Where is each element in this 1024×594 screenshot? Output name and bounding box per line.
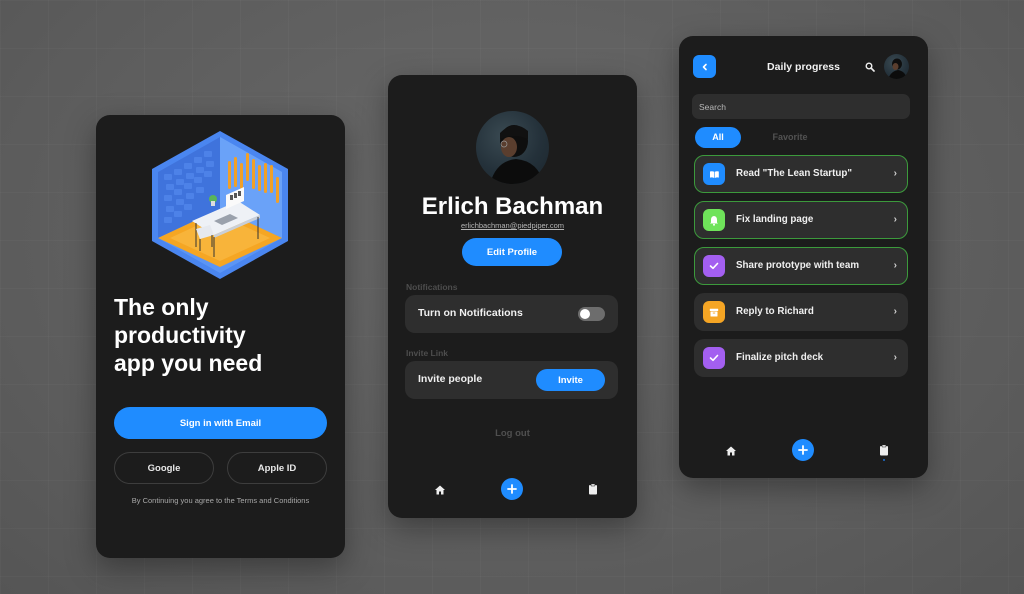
user-avatar[interactable]	[884, 54, 909, 79]
apple-id-sign-in-button[interactable]: Apple ID	[227, 452, 327, 484]
profile-avatar	[476, 111, 549, 184]
google-sign-in-button[interactable]: Google	[114, 452, 214, 484]
headline-line-1: The only	[114, 294, 209, 320]
login-screen: The only productivity app you need Sign …	[96, 115, 345, 558]
profile-screen: Erlich Bachman erlichbachman@piedpiper.c…	[388, 75, 637, 518]
home-icon[interactable]	[725, 445, 737, 457]
filter-tab-all[interactable]: All	[695, 127, 741, 148]
task-icon-badge	[703, 255, 725, 277]
sign-in-email-button[interactable]: Sign in with Email	[114, 407, 327, 439]
book-icon	[709, 170, 719, 178]
check-icon	[709, 354, 719, 362]
headline-line-2: productivity	[114, 322, 246, 348]
daily-progress-screen: Daily progress All Favorite Read "The Le…	[679, 36, 928, 478]
filter-tab-favorite[interactable]: Favorite	[759, 127, 821, 148]
logout-button[interactable]: Log out	[388, 428, 637, 439]
clipboard-icon[interactable]	[879, 444, 889, 456]
tab-bar	[679, 439, 928, 463]
profile-name: Erlich Bachman	[421, 193, 604, 220]
task-label: Share prototype with team	[736, 260, 860, 271]
headline: The only productivity app you need	[114, 293, 334, 377]
notifications-section-label: Notifications	[406, 282, 458, 292]
chevron-right-icon: ›	[893, 214, 897, 225]
check-icon	[709, 262, 719, 270]
add-button[interactable]	[792, 439, 814, 461]
archive-icon	[709, 308, 719, 316]
task-icon-badge	[703, 209, 725, 231]
task-icon-badge	[703, 163, 725, 185]
edit-profile-button[interactable]: Edit Profile	[462, 238, 562, 266]
task-label: Read "The Lean Startup"	[736, 168, 852, 179]
task-label: Finalize pitch deck	[736, 352, 824, 363]
task-item[interactable]: Share prototype with team ›	[694, 247, 908, 285]
task-label: Fix landing page	[736, 214, 814, 225]
toggle-knob	[580, 309, 590, 319]
add-button[interactable]	[501, 478, 523, 500]
notifications-row-label: Turn on Notifications	[418, 307, 523, 319]
chevron-right-icon: ›	[893, 352, 897, 363]
task-label: Reply to Richard	[736, 306, 814, 317]
task-item[interactable]: Reply to Richard ›	[694, 293, 908, 331]
chevron-right-icon: ›	[893, 260, 897, 271]
invite-row-label: Invite people	[418, 373, 483, 385]
invite-row: Invite people Invite	[405, 361, 618, 399]
person-photo-icon	[490, 125, 544, 184]
invite-section-label: Invite Link	[406, 348, 449, 358]
task-item[interactable]: Read "The Lean Startup" ›	[694, 155, 908, 193]
chevron-right-icon: ›	[893, 168, 897, 179]
terms-text: By Continuing you agree to the Terms and…	[131, 496, 310, 505]
person-photo-icon	[888, 58, 907, 79]
tab-bar	[388, 478, 637, 502]
search-icon[interactable]	[865, 62, 875, 72]
chevron-right-icon: ›	[893, 306, 897, 317]
notifications-row: Turn on Notifications	[405, 295, 618, 333]
active-tab-indicator	[883, 459, 885, 461]
task-item[interactable]: Fix landing page ›	[694, 201, 908, 239]
invite-button[interactable]: Invite	[536, 369, 605, 391]
headline-line-3: app you need	[114, 350, 263, 376]
task-icon-badge	[703, 301, 725, 323]
task-item[interactable]: Finalize pitch deck ›	[694, 339, 908, 377]
notifications-toggle[interactable]	[578, 307, 605, 321]
task-icon-badge	[703, 347, 725, 369]
profile-email-link[interactable]: erlichbachman@piedpiper.com	[388, 221, 637, 230]
plus-icon	[798, 445, 808, 455]
search-input[interactable]	[692, 94, 910, 119]
clipboard-icon[interactable]	[588, 483, 598, 495]
home-icon[interactable]	[434, 484, 446, 496]
isometric-office-illustration	[152, 131, 288, 279]
bell-icon	[710, 215, 718, 226]
plus-icon	[507, 484, 517, 494]
